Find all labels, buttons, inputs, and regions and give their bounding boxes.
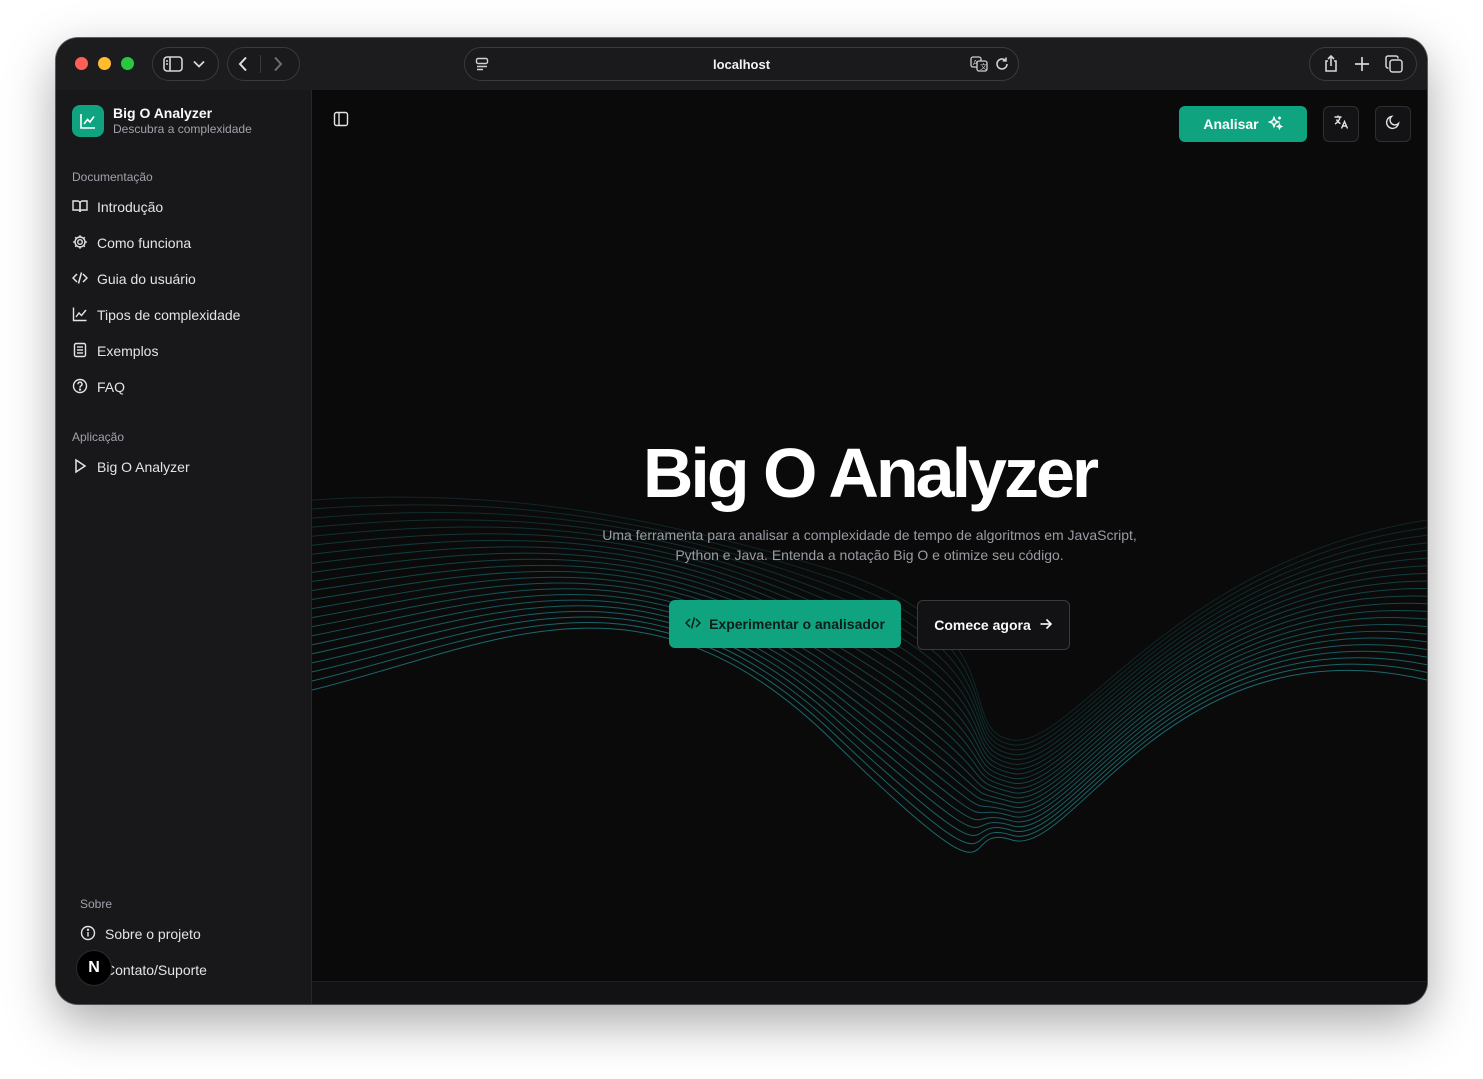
- brand-title: Big O Analyzer: [113, 105, 213, 121]
- svg-text:文: 文: [980, 62, 987, 71]
- main-content: Analisar Big O Analyzer Uma ferramenta p…: [312, 90, 1427, 1004]
- nav-separator: [260, 55, 261, 73]
- try-analyzer-button[interactable]: Experimentar o analisador: [669, 600, 901, 648]
- sidebar-item-big-o-analyzer[interactable]: Big O Analyzer: [72, 449, 299, 485]
- nextjs-dev-badge[interactable]: N: [76, 950, 112, 986]
- moon-icon: [1385, 114, 1401, 135]
- back-arrow-icon[interactable]: [238, 56, 248, 72]
- sidebar-item-introducao[interactable]: Introdução: [72, 189, 299, 225]
- toggle-sidebar-button[interactable]: [333, 111, 349, 132]
- address-bar-actions: A文: [970, 56, 1010, 77]
- sidebar-item-label: FAQ: [97, 379, 126, 395]
- close-window-button[interactable]: [75, 57, 88, 70]
- sparkles-icon: [1267, 115, 1283, 134]
- url-text: localhost: [712, 57, 771, 72]
- chart-logo-icon: [72, 105, 104, 137]
- main-footer-bar: [312, 981, 1427, 1004]
- brand-subtitle: Descubra a complexidade: [113, 122, 252, 136]
- analyze-button[interactable]: Analisar: [1179, 106, 1307, 142]
- analyze-button-label: Analisar: [1203, 116, 1259, 132]
- translate-icon: [1333, 114, 1349, 135]
- sidebar-item-label: Exemplos: [97, 343, 159, 359]
- get-started-button[interactable]: Comece agora: [917, 600, 1070, 650]
- brand[interactable]: Big O Analyzer Descubra a complexidade: [72, 105, 252, 137]
- line-chart-icon: [72, 306, 88, 325]
- help-circle-icon: [72, 378, 88, 397]
- sidebar-item-como-funciona[interactable]: Como funciona: [72, 225, 299, 261]
- new-tab-icon[interactable]: [1354, 56, 1370, 72]
- play-icon: [72, 458, 88, 477]
- minimize-window-button[interactable]: [98, 57, 111, 70]
- svg-text:A: A: [973, 59, 978, 67]
- sidebar-item-guia-do-usuario[interactable]: Guia do usuário: [71, 261, 299, 297]
- book-open-icon: [72, 198, 88, 217]
- sidebar-item-faq[interactable]: FAQ: [72, 369, 299, 405]
- sidebar-item-contato-suporte[interactable]: Contato/Suporte: [80, 952, 299, 988]
- try-analyzer-label: Experimentar o analisador: [709, 616, 885, 632]
- hero: Big O Analyzer Uma ferramenta para anali…: [312, 435, 1427, 565]
- theme-toggle-button[interactable]: [1375, 106, 1411, 142]
- zoom-window-button[interactable]: [121, 57, 134, 70]
- reload-icon[interactable]: [994, 56, 1010, 77]
- sidebar-item-label: Contato/Suporte: [105, 962, 207, 978]
- sidebar-group-documentation: Documentação Introdução Como funciona Gu…: [71, 167, 299, 405]
- browser-nav-buttons: [227, 47, 300, 81]
- arrow-right-icon: [1039, 617, 1053, 634]
- sidebar-item-label: Como funciona: [97, 235, 192, 251]
- sidebar-item-label: Tipos de complexidade: [97, 307, 241, 323]
- sidebar-item-label: Guia do usuário: [97, 271, 196, 287]
- panel-left-icon: [333, 111, 349, 131]
- sidebar-group-label: Sobre: [80, 897, 113, 911]
- code-icon: [71, 270, 89, 289]
- app-sidebar: Big O Analyzer Descubra a complexidade D…: [56, 90, 312, 1004]
- hero-title: Big O Analyzer: [642, 434, 1099, 512]
- get-started-label: Comece agora: [934, 617, 1031, 633]
- code-icon: [685, 615, 702, 634]
- browser-window: localhost A文 Big O Analyzer Descubra a c…: [56, 38, 1427, 1004]
- wave-line: [312, 622, 1427, 845]
- sidebar-item-label: Big O Analyzer: [97, 459, 190, 475]
- info-icon: [80, 925, 96, 944]
- hero-actions: Experimentar o analisador Comece agora: [312, 600, 1427, 650]
- document-icon: [72, 342, 88, 361]
- sidebar-item-label: Introdução: [97, 199, 164, 215]
- forward-arrow-icon[interactable]: [273, 56, 283, 72]
- language-button[interactable]: [1323, 106, 1359, 142]
- sidebar-item-tipos-de-complexidade[interactable]: Tipos de complexidade: [72, 297, 299, 333]
- share-icon[interactable]: [1323, 55, 1339, 73]
- translate-page-icon[interactable]: A文: [970, 56, 988, 77]
- sidebar-group-about: Sobre Sobre o projeto Contato/Suporte: [80, 894, 299, 988]
- sidebar-group-label: Aplicação: [72, 430, 125, 444]
- sidebar-group-label: Documentação: [72, 170, 153, 184]
- sidebar-group-application: Aplicação Big O Analyzer: [72, 427, 299, 485]
- sidebar-item-sobre-o-projeto[interactable]: Sobre o projeto: [80, 916, 299, 952]
- hero-subtitle: Uma ferramenta para analisar a complexid…: [602, 527, 1137, 563]
- browser-right-actions: [1309, 47, 1417, 81]
- sidebar-item-label: Sobre o projeto: [105, 926, 201, 942]
- browser-sidebar-toggle[interactable]: [152, 47, 219, 81]
- tab-overview-icon[interactable]: [1384, 55, 1403, 73]
- wave-line: [312, 564, 1427, 789]
- sidebar-icon: [163, 56, 183, 72]
- sidebar-item-exemplos[interactable]: Exemplos: [72, 333, 299, 369]
- chevron-down-icon: [193, 60, 205, 68]
- address-bar[interactable]: localhost A文: [464, 47, 1019, 81]
- gear-icon: [72, 234, 88, 253]
- wave-line: [312, 627, 1427, 853]
- browser-toolbar: localhost A文: [56, 38, 1427, 90]
